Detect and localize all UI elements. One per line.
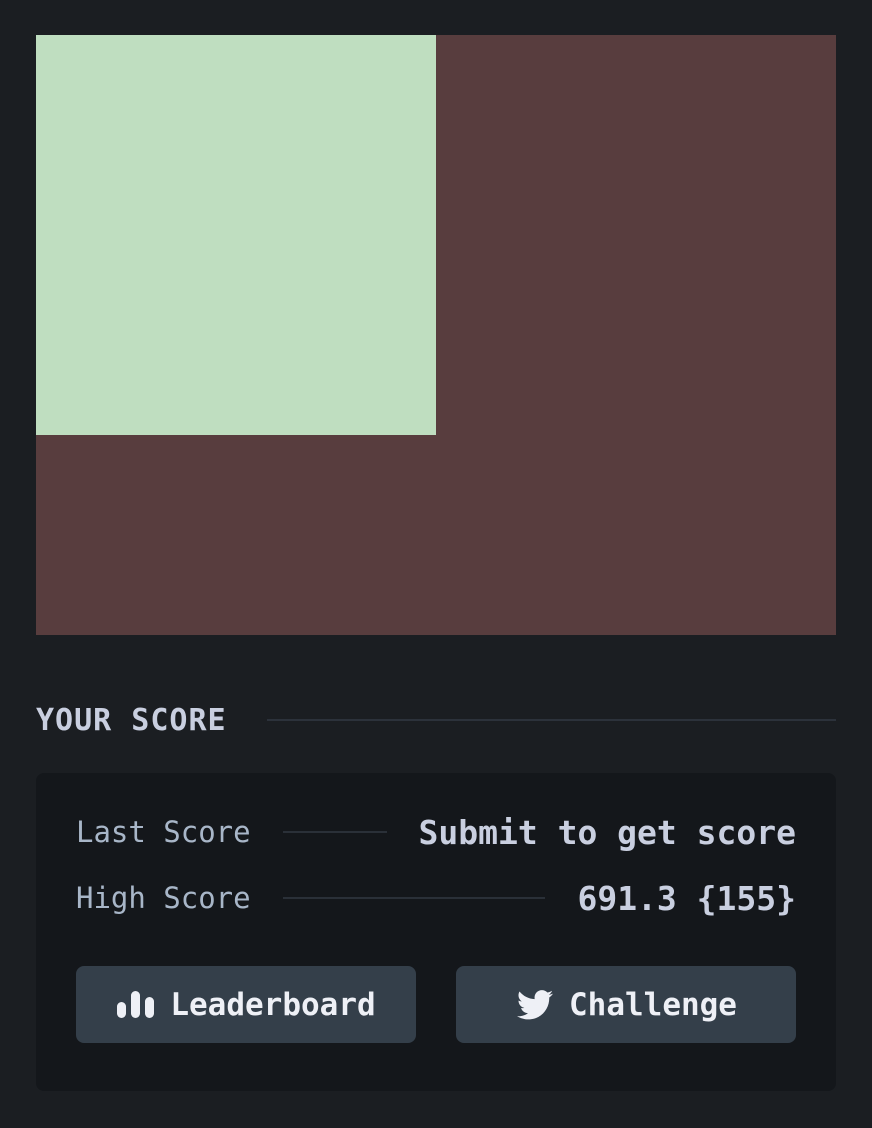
last-score-value: Submit to get score: [418, 812, 797, 852]
high-score-value: 691.3 {155}: [577, 878, 796, 918]
bar-chart-icon: [116, 989, 156, 1021]
last-score-label: Last Score: [76, 815, 251, 849]
score-card: Last Score Submit to get score High Scor…: [36, 773, 836, 1091]
twitter-icon: [515, 989, 555, 1021]
target-square: [36, 35, 436, 435]
row-divider: [282, 831, 387, 833]
high-score-label: High Score: [76, 881, 251, 915]
challenge-label: Challenge: [569, 986, 737, 1023]
score-section-header: YOUR SCORE: [36, 700, 836, 740]
leaderboard-button[interactable]: Leaderboard: [76, 966, 416, 1043]
section-divider: [266, 719, 836, 721]
leaderboard-label: Leaderboard: [170, 986, 376, 1023]
game-canvas[interactable]: [36, 35, 836, 635]
last-score-row: Last Score Submit to get score: [76, 812, 796, 852]
score-section-title: YOUR SCORE: [36, 702, 227, 738]
row-divider: [282, 897, 546, 899]
high-score-row: High Score 691.3 {155}: [76, 878, 796, 918]
challenge-button[interactable]: Challenge: [456, 966, 796, 1043]
